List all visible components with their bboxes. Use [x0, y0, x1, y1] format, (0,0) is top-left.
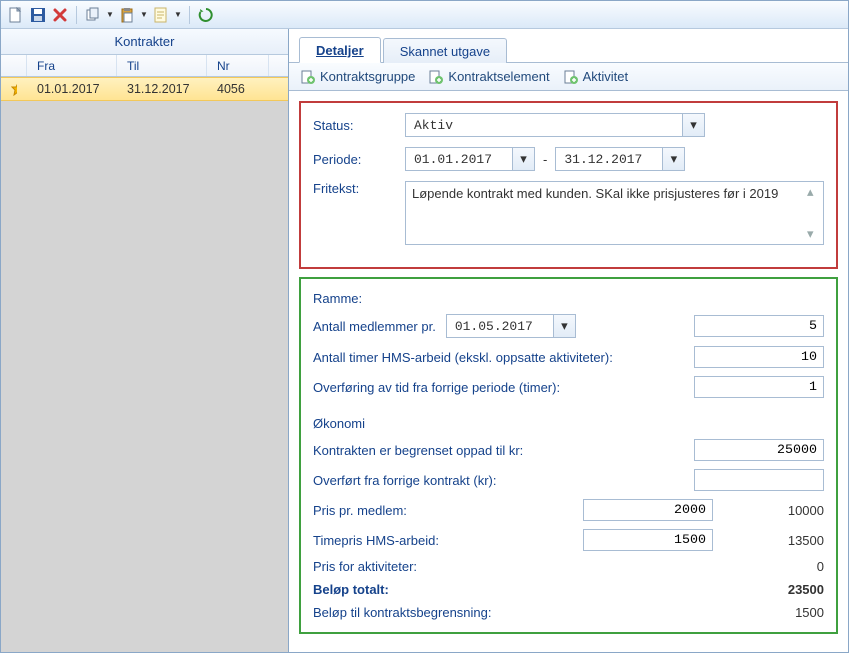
hms-timer-label: Antall timer HMS-arbeid (ekskl. oppsatte…: [313, 350, 684, 365]
star-icon: [1, 82, 27, 96]
periode-til-value: 31.12.2017: [556, 152, 662, 167]
contracts-grid-body: 01.01.2017 31.12.2017 4056: [1, 77, 288, 652]
tab-bar: Detaljer Skannet utgave: [289, 35, 848, 63]
status-value: Aktiv: [406, 118, 682, 133]
new-icon[interactable]: [7, 6, 25, 24]
toolbar: ▼ ▼ ▼: [1, 1, 848, 29]
aktivitet-label: Aktivitet: [583, 69, 629, 84]
pris-medlem-label: Pris pr. medlem:: [313, 503, 573, 518]
column-header-fra[interactable]: Fra: [27, 55, 117, 76]
totalt-label: Beløp totalt:: [313, 582, 684, 597]
tilbegrensning-value: 1500: [694, 605, 824, 620]
chevron-down-icon[interactable]: ▾: [682, 114, 704, 136]
antall-medlemmer-input[interactable]: [694, 315, 824, 337]
column-header-star[interactable]: [1, 55, 27, 76]
copy-icon[interactable]: [84, 6, 102, 24]
toolbar-separator: [76, 6, 77, 24]
cell-fra: 01.01.2017: [27, 82, 117, 96]
kontraktselement-label: Kontraktselement: [448, 69, 549, 84]
aktivitet-button[interactable]: Aktivitet: [564, 69, 629, 84]
chevron-down-icon[interactable]: ▾: [553, 315, 575, 337]
fritekst-textarea[interactable]: Løpende kontrakt med kunden. SKal ikke p…: [405, 181, 824, 245]
overfort-label: Overført fra forrige kontrakt (kr):: [313, 473, 684, 488]
kontraktsgruppe-label: Kontraktsgruppe: [320, 69, 415, 84]
ramme-okonomi-panel: Ramme: Antall medlemmer pr. 01.05.2017 ▾…: [299, 277, 838, 634]
tab-detaljer[interactable]: Detaljer: [299, 37, 381, 63]
overforing-input[interactable]: [694, 376, 824, 398]
paste-icon[interactable]: [118, 6, 136, 24]
detail-ribbon: Kontraktsgruppe Kontraktselement Aktivit…: [289, 63, 848, 91]
copy-dropdown-icon[interactable]: ▼: [106, 6, 114, 24]
tab-skannet[interactable]: Skannet utgave: [383, 38, 507, 63]
table-row[interactable]: 01.01.2017 31.12.2017 4056: [1, 77, 288, 101]
contracts-panel-title: Kontrakter: [1, 29, 288, 55]
contracts-grid-header: Fra Til Nr: [1, 55, 288, 77]
paste-dropdown-icon[interactable]: ▼: [140, 6, 148, 24]
doc-plus-icon: [429, 70, 443, 84]
antall-medlemmer-label: Antall medlemmer pr.: [313, 319, 436, 334]
timepris-total: 13500: [723, 533, 824, 548]
periode-fra-value: 01.01.2017: [406, 152, 512, 167]
pris-medlem-total: 10000: [723, 503, 824, 518]
status-panel: Status: Aktiv ▾ Periode: 01.01.2017 ▾ -: [299, 101, 838, 269]
periode-fra-input[interactable]: 01.01.2017 ▾: [405, 147, 535, 171]
doc-plus-icon: [564, 70, 578, 84]
cell-nr: 4056: [207, 82, 269, 96]
cell-til: 31.12.2017: [117, 82, 207, 96]
hms-timer-input[interactable]: [694, 346, 824, 368]
periode-til-input[interactable]: 31.12.2017 ▾: [555, 147, 685, 171]
column-header-til[interactable]: Til: [117, 55, 207, 76]
fritekst-value: Løpende kontrakt med kunden. SKal ikke p…: [412, 186, 778, 201]
delete-icon[interactable]: [51, 6, 69, 24]
save-icon[interactable]: [29, 6, 47, 24]
begrenset-label: Kontrakten er begrenset oppad til kr:: [313, 443, 684, 458]
contracts-panel: Kontrakter Fra Til Nr 01.01.2017 31.12.2…: [1, 29, 289, 652]
detail-panel: Detaljer Skannet utgave Kontraktsgruppe …: [289, 29, 848, 652]
tilbegrensning-label: Beløp til kontraktsbegrensning:: [313, 605, 684, 620]
overfort-input[interactable]: [694, 469, 824, 491]
periode-label: Periode:: [313, 152, 397, 167]
okonomi-heading: Økonomi: [313, 416, 824, 431]
note-icon[interactable]: [152, 6, 170, 24]
chevron-down-icon[interactable]: ▾: [512, 148, 534, 170]
doc-plus-icon: [301, 70, 315, 84]
overforing-label: Overføring av tid fra forrige periode (t…: [313, 380, 684, 395]
aktiviteter-total: 0: [694, 559, 824, 574]
aktiviteter-label: Pris for aktiviteter:: [313, 559, 684, 574]
toolbar-separator: [189, 6, 190, 24]
antall-medlemmer-date-value: 01.05.2017: [447, 319, 553, 334]
scrollbar[interactable]: ▴▾: [807, 184, 821, 242]
kontraktselement-button[interactable]: Kontraktselement: [429, 69, 549, 84]
antall-medlemmer-date[interactable]: 01.05.2017 ▾: [446, 314, 576, 338]
chevron-down-icon[interactable]: ▾: [662, 148, 684, 170]
column-header-nr[interactable]: Nr: [207, 55, 269, 76]
ramme-heading: Ramme:: [313, 291, 824, 306]
timepris-label: Timepris HMS-arbeid:: [313, 533, 573, 548]
period-separator: -: [543, 152, 547, 167]
fritekst-label: Fritekst:: [313, 181, 397, 196]
timepris-input[interactable]: [583, 529, 713, 551]
status-label: Status:: [313, 118, 397, 133]
note-dropdown-icon[interactable]: ▼: [174, 6, 182, 24]
pris-medlem-input[interactable]: [583, 499, 713, 521]
totalt-value: 23500: [694, 582, 824, 597]
begrenset-input[interactable]: [694, 439, 824, 461]
kontraktsgruppe-button[interactable]: Kontraktsgruppe: [301, 69, 415, 84]
status-select[interactable]: Aktiv ▾: [405, 113, 705, 137]
refresh-icon[interactable]: [197, 6, 215, 24]
